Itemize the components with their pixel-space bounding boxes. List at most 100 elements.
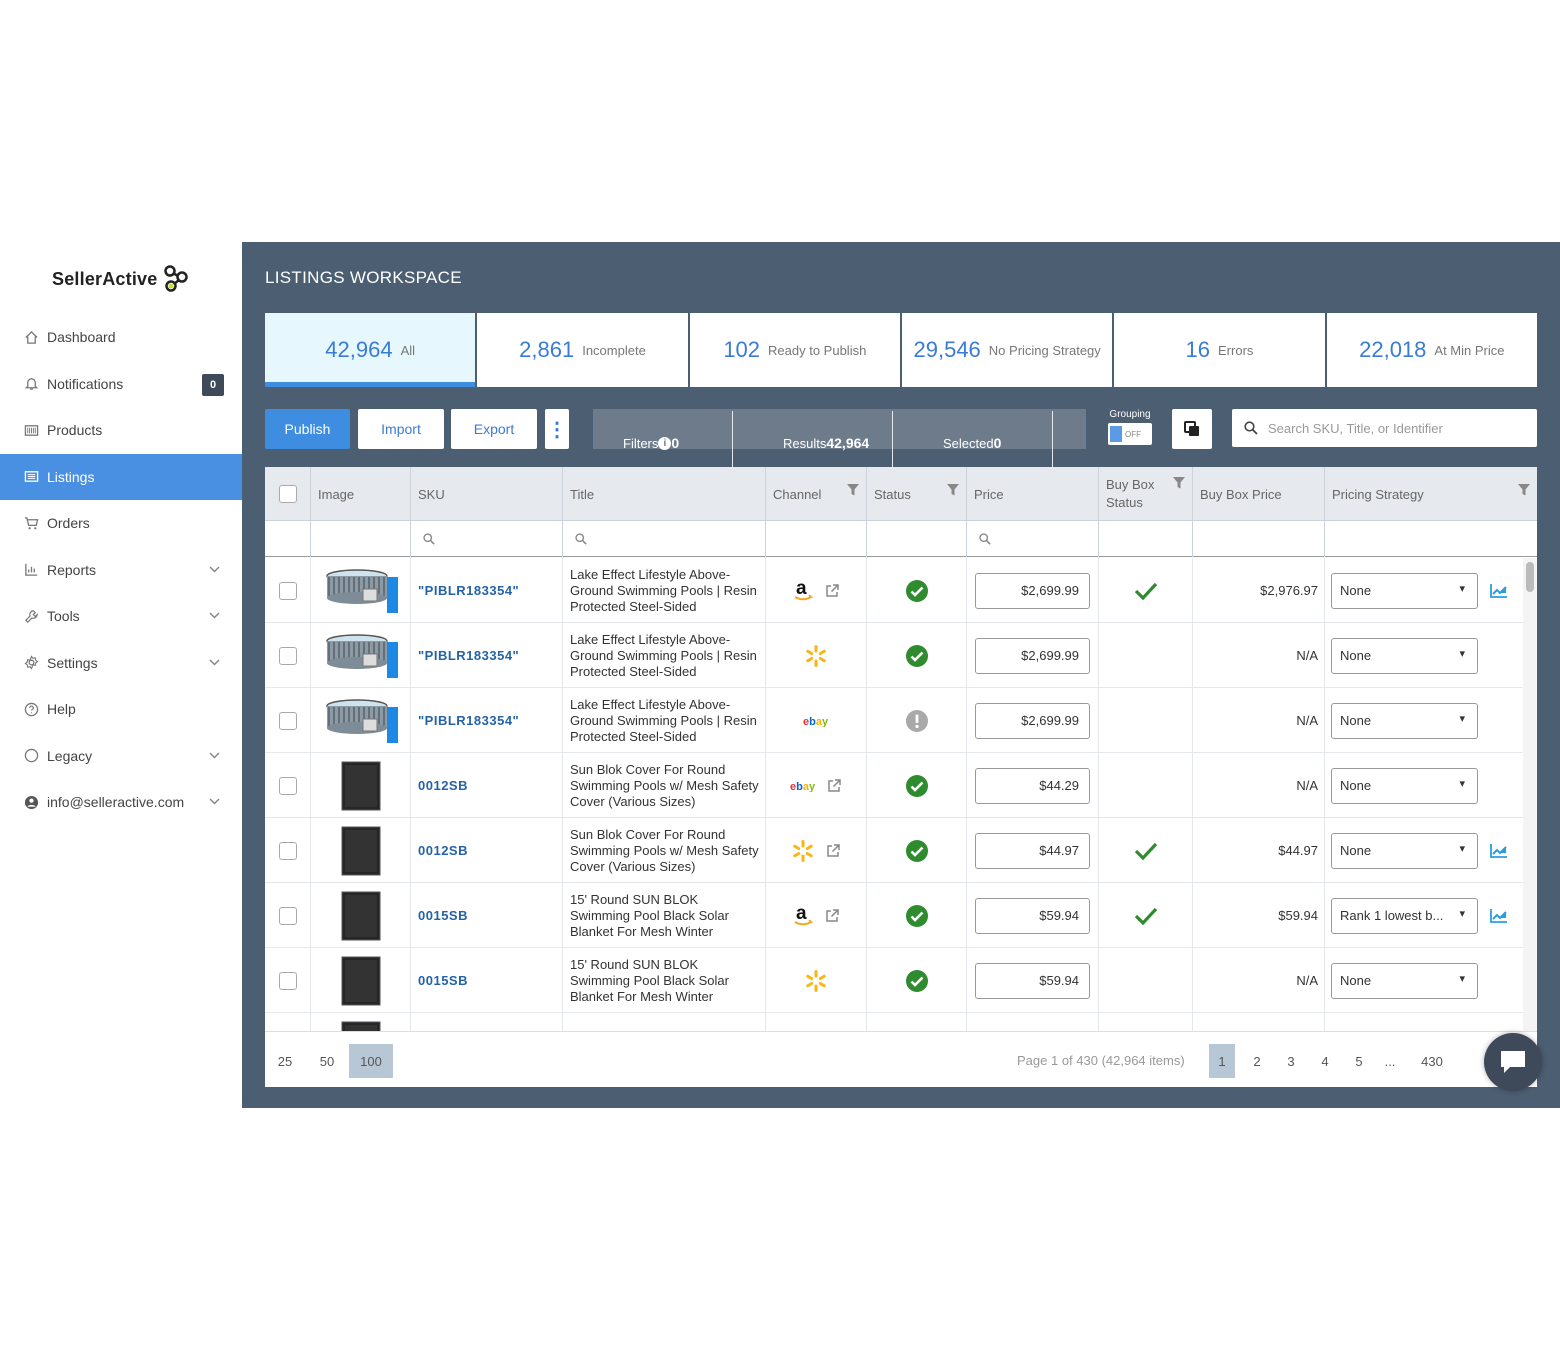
external-link-icon[interactable]	[826, 778, 842, 794]
page-number[interactable]: 430	[1415, 1044, 1449, 1078]
sidebar-item-listings[interactable]: Listings	[0, 453, 242, 500]
row-checkbox[interactable]	[278, 581, 297, 600]
sidebar-item-products[interactable]: Products	[0, 407, 242, 454]
price-input[interactable]: $59.94	[975, 962, 1090, 999]
external-link-icon[interactable]	[824, 908, 840, 924]
price-history-icon[interactable]	[1490, 843, 1508, 859]
sku-link[interactable]: 0012SB	[411, 778, 468, 793]
sidebar-item-reports[interactable]: Reports	[0, 547, 242, 594]
status-filter-icon[interactable]	[946, 483, 960, 497]
price-input[interactable]: $44.97	[975, 832, 1090, 869]
price-history-icon[interactable]	[1490, 583, 1508, 599]
chevron-down-icon[interactable]	[209, 562, 220, 576]
column-title[interactable]: Title	[563, 467, 766, 521]
column-buybox-status[interactable]: Buy Box Status	[1106, 476, 1168, 512]
sku-link[interactable]: "PIBLR183354"	[411, 648, 519, 663]
table-row[interactable]: "PIBLR183354" Lake Effect Lifestyle Above…	[265, 688, 1523, 753]
price-input[interactable]: $44.29	[975, 767, 1090, 804]
row-checkbox[interactable]	[278, 646, 297, 665]
column-sku[interactable]: SKU	[411, 467, 563, 521]
sidebar-item-settings[interactable]: Settings	[0, 640, 242, 687]
price-input[interactable]: $2,699.99	[975, 637, 1090, 674]
export-button[interactable]: Export	[451, 409, 537, 449]
table-row[interactable]: 0012SB Sun Blok Cover For Round Swimming …	[265, 753, 1523, 818]
pricing-strategy-select[interactable]: None	[1331, 767, 1478, 804]
stat-tab-incomplete[interactable]: 2,861 Incomplete	[477, 313, 688, 387]
page-number[interactable]: 2	[1245, 1044, 1269, 1078]
sidebar-item-dashboard[interactable]: Dashboard	[0, 314, 242, 361]
stat-tab-no-pricing-strategy[interactable]: 29,546 No Pricing Strategy	[901, 313, 1113, 387]
sku-filter-input[interactable]	[411, 521, 563, 557]
pricing-strategy-select[interactable]: None	[1331, 832, 1478, 869]
brand-logo[interactable]: SellerActive	[52, 264, 189, 294]
title-filter-input[interactable]	[563, 521, 766, 557]
pricing-strategy-select[interactable]: None	[1331, 702, 1478, 739]
sku-link[interactable]: "PIBLR183354"	[411, 583, 519, 598]
sidebar-item-orders[interactable]: Orders	[0, 500, 242, 547]
sidebar-item-tools[interactable]: Tools	[0, 593, 242, 640]
copy-button[interactable]	[1172, 409, 1212, 449]
column-image[interactable]: Image	[311, 467, 411, 521]
price-history-button[interactable]	[1490, 908, 1508, 924]
sidebar-item-help[interactable]: Help	[0, 686, 242, 733]
chevron-down-icon[interactable]	[209, 655, 220, 669]
sku-link[interactable]: 0015SB	[411, 973, 468, 988]
stat-tab-at-min-price[interactable]: 22,018 At Min Price	[1326, 313, 1537, 387]
table-row[interactable]: "PIBLR183354" Lake Effect Lifestyle Above…	[265, 623, 1523, 688]
page-size-option[interactable]: 100	[349, 1044, 393, 1078]
select-all-checkbox[interactable]	[278, 485, 297, 503]
price-input[interactable]: $2,699.99	[975, 702, 1090, 739]
page-number[interactable]: 5	[1347, 1044, 1371, 1078]
table-row[interactable]: 0015SB 15' Round SUN BLOK Swimming Pool B…	[265, 883, 1523, 948]
chat-button[interactable]	[1484, 1033, 1542, 1091]
more-actions-button[interactable]: ⋮	[545, 409, 569, 449]
column-buybox-price[interactable]: Buy Box Price	[1193, 467, 1325, 521]
row-checkbox[interactable]	[278, 971, 297, 990]
price-history-button[interactable]	[1490, 583, 1508, 599]
column-status[interactable]: Status	[874, 487, 911, 502]
search-input[interactable]: Search SKU, Title, or Identifier	[1232, 409, 1537, 447]
column-channel[interactable]: Channel	[773, 487, 821, 502]
channel-filter-icon[interactable]	[846, 483, 860, 497]
sku-link[interactable]: "PIBLR183354"	[411, 713, 519, 728]
grouping-toggle[interactable]: OFF	[1108, 423, 1152, 445]
page-number[interactable]: 4	[1313, 1044, 1337, 1078]
page-size-option[interactable]: 50	[313, 1044, 341, 1078]
buybox-filter-icon[interactable]	[1172, 476, 1186, 490]
pricing-strategy-select[interactable]: None	[1331, 572, 1478, 609]
table-row[interactable]: 0012SB Sun Blok Cover For Round Swimming …	[265, 818, 1523, 883]
price-input[interactable]: $59.94	[975, 897, 1090, 934]
external-link-icon[interactable]	[825, 843, 841, 859]
row-checkbox[interactable]	[278, 841, 297, 860]
sidebar-item-info-selleractive-com[interactable]: info@selleractive.com	[0, 779, 242, 826]
page-number[interactable]: 1	[1209, 1044, 1235, 1078]
stat-tab-ready-to-publish[interactable]: 102 Ready to Publish	[689, 313, 900, 387]
table-row[interactable]: 15' Round SUN BLOK	[265, 1013, 1523, 1031]
pricing-strategy-select[interactable]: None	[1331, 962, 1478, 999]
sidebar-item-legacy[interactable]: Legacy	[0, 733, 242, 780]
row-checkbox[interactable]	[278, 711, 297, 730]
price-history-button[interactable]	[1490, 843, 1508, 859]
pricing-strategy-select[interactable]: None	[1331, 637, 1478, 674]
sku-link[interactable]: 0012SB	[411, 843, 468, 858]
column-pricing-strategy[interactable]: Pricing Strategy	[1332, 487, 1424, 502]
sku-link[interactable]: 0015SB	[411, 908, 468, 923]
publish-button[interactable]: Publish	[265, 409, 350, 449]
column-price[interactable]: Price	[967, 467, 1099, 521]
price-filter-input[interactable]	[967, 521, 1099, 557]
pricing-strategy-select[interactable]: Rank 1 lowest b...	[1331, 897, 1478, 934]
chevron-down-icon[interactable]	[209, 748, 220, 762]
table-row[interactable]: "PIBLR183354" Lake Effect Lifestyle Above…	[265, 558, 1523, 623]
chevron-down-icon[interactable]	[209, 608, 220, 622]
row-checkbox[interactable]	[278, 906, 297, 925]
price-history-icon[interactable]	[1490, 908, 1508, 924]
table-row[interactable]: 0015SB 15' Round SUN BLOK Swimming Pool B…	[265, 948, 1523, 1013]
external-link-icon[interactable]	[824, 583, 840, 599]
chevron-down-icon[interactable]	[209, 794, 220, 808]
import-button[interactable]: Import	[358, 409, 444, 449]
scrollbar-thumb[interactable]	[1526, 562, 1534, 592]
stat-tab-all[interactable]: 42,964 All	[265, 313, 476, 387]
price-input[interactable]: $2,699.99	[975, 572, 1090, 609]
row-checkbox[interactable]	[278, 776, 297, 795]
stat-tab-errors[interactable]: 16 Errors	[1114, 313, 1325, 387]
